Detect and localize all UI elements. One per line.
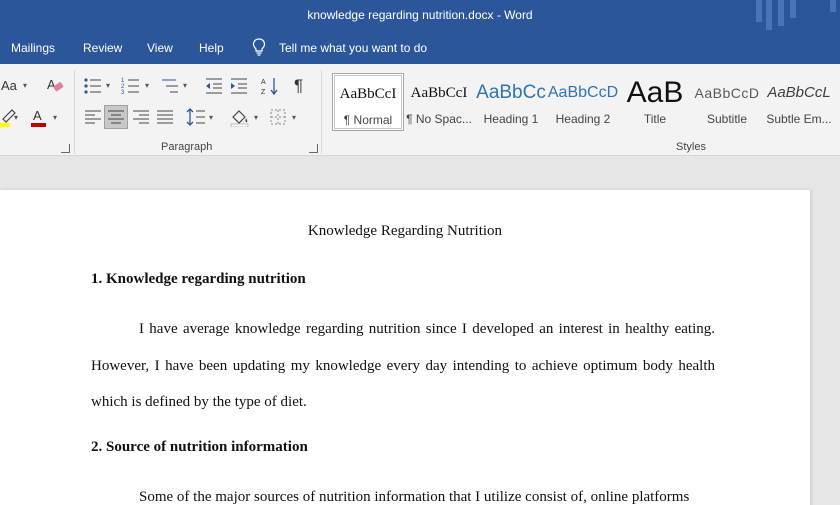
font-color-icon[interactable]: A (29, 107, 49, 127)
style-name: Subtitle (706, 112, 748, 126)
style-subtitle[interactable]: AaBbCcD Subtitle (691, 73, 763, 131)
tab-help[interactable]: Help (199, 41, 224, 55)
align-left-icon[interactable] (83, 107, 103, 127)
font-dialog-launcher-icon[interactable] (61, 144, 70, 153)
style-name: Heading 1 (483, 112, 539, 126)
multilevel-list-icon[interactable] (160, 76, 180, 96)
document-area: Knowledge Regarding Nutrition 1. Knowled… (0, 157, 840, 505)
style-sample: AaBbCcI (410, 85, 468, 101)
svg-text:Z: Z (261, 89, 266, 96)
document-page[interactable]: Knowledge Regarding Nutrition 1. Knowled… (0, 190, 810, 505)
tab-view[interactable]: View (147, 41, 173, 55)
tell-me-search[interactable]: Tell me what you want to do (279, 41, 427, 55)
document-title[interactable]: Knowledge Regarding Nutrition (0, 223, 810, 240)
title-bar: knowledge regarding nutrition.docx - Wor… (0, 0, 840, 32)
svg-text:3: 3 (121, 90, 125, 96)
chevron-down-icon[interactable]: ▾ (209, 113, 213, 122)
change-case-button[interactable]: Aa (1, 78, 17, 93)
clear-formatting-icon[interactable]: A (45, 75, 65, 95)
style-name: Heading 2 (555, 112, 611, 126)
chevron-down-icon[interactable]: ▾ (183, 81, 187, 90)
svg-text:A: A (47, 77, 56, 92)
style-name: ¶ Normal (343, 113, 393, 127)
group-separator (321, 70, 322, 154)
style-normal[interactable]: AaBbCcI ¶ Normal (332, 73, 404, 131)
style-sample: AaBbCc (476, 82, 546, 103)
style-sample: AaBbCcD (694, 85, 760, 101)
style-heading-1[interactable]: AaBbCc Heading 1 (475, 73, 547, 131)
tab-review[interactable]: Review (83, 41, 122, 55)
line-spacing-icon[interactable] (186, 107, 206, 127)
group-separator (74, 70, 75, 154)
style-name: Title (643, 112, 667, 126)
style-sample: AaBbCcI (339, 86, 397, 102)
svg-text:A: A (261, 79, 266, 86)
style-sample: AaBbCcL (767, 84, 831, 101)
title-bar-decoration (778, 0, 784, 26)
chevron-down-icon[interactable]: ▾ (53, 113, 57, 122)
style-sample: AaBbCcD (547, 84, 619, 101)
title-bar-decoration (830, 0, 836, 12)
chevron-down-icon[interactable]: ▾ (292, 113, 296, 122)
sort-icon[interactable]: A Z (261, 76, 281, 96)
ribbon: Aa ▾ A ▾ A ▾ ▾ 1 2 3 ▾ ▾ A Z ¶ ▾ ▾ ▾ Par… (0, 64, 840, 156)
style-heading-2[interactable]: AaBbCcD Heading 2 (547, 73, 619, 131)
chevron-down-icon[interactable]: ▾ (106, 81, 110, 90)
title-bar-decoration (756, 0, 762, 22)
title-bar-decoration (766, 0, 772, 30)
tab-mailings[interactable]: Mailings (11, 41, 55, 55)
style-sample: AaB (626, 79, 684, 107)
chevron-down-icon[interactable]: ▾ (14, 113, 18, 122)
style-name: ¶ No Spac... (406, 112, 472, 126)
increase-indent-icon[interactable] (229, 76, 249, 96)
numbering-icon[interactable]: 1 2 3 (121, 76, 141, 96)
title-bar-decoration (790, 0, 796, 18)
section-heading[interactable]: 1. Knowledge regarding nutrition (91, 271, 306, 288)
window-title: knowledge regarding nutrition.docx - Wor… (307, 8, 533, 22)
align-center-button[interactable] (104, 105, 128, 129)
style-subtle-emphasis[interactable]: AaBbCcL Subtle Em... (763, 73, 835, 131)
decrease-indent-icon[interactable] (204, 76, 224, 96)
style-name: Subtle Em... (766, 112, 832, 126)
justify-icon[interactable] (155, 107, 175, 127)
svg-text:A: A (33, 108, 42, 123)
shading-icon[interactable] (230, 107, 250, 127)
chevron-down-icon[interactable]: ▾ (145, 81, 149, 90)
ribbon-tabs: Mailings Review View Help Tell me what y… (0, 32, 840, 64)
show-formatting-marks-button[interactable]: ¶ (294, 76, 303, 96)
style-title[interactable]: AaB Title (619, 73, 691, 131)
borders-icon[interactable] (268, 107, 288, 127)
chevron-down-icon[interactable]: ▾ (23, 81, 27, 90)
style-no-spacing[interactable]: AaBbCcI ¶ No Spac... (403, 73, 475, 131)
paragraph-dialog-launcher-icon[interactable] (309, 144, 318, 153)
align-center-icon (108, 110, 124, 124)
chevron-down-icon[interactable]: ▾ (254, 113, 258, 122)
section-heading[interactable]: 2. Source of nutrition information (91, 439, 308, 456)
align-right-icon[interactable] (131, 107, 151, 127)
paragraph-group-label: Paragraph (161, 141, 213, 153)
section-paragraph[interactable]: Some of the major sources of nutrition i… (91, 479, 715, 505)
bullets-icon[interactable] (83, 76, 103, 96)
section-paragraph[interactable]: I have average knowledge regarding nutri… (91, 311, 715, 421)
lightbulb-icon[interactable] (252, 38, 266, 56)
vertical-scrollbar-track[interactable] (818, 190, 840, 505)
styles-group-label: Styles (676, 141, 706, 153)
